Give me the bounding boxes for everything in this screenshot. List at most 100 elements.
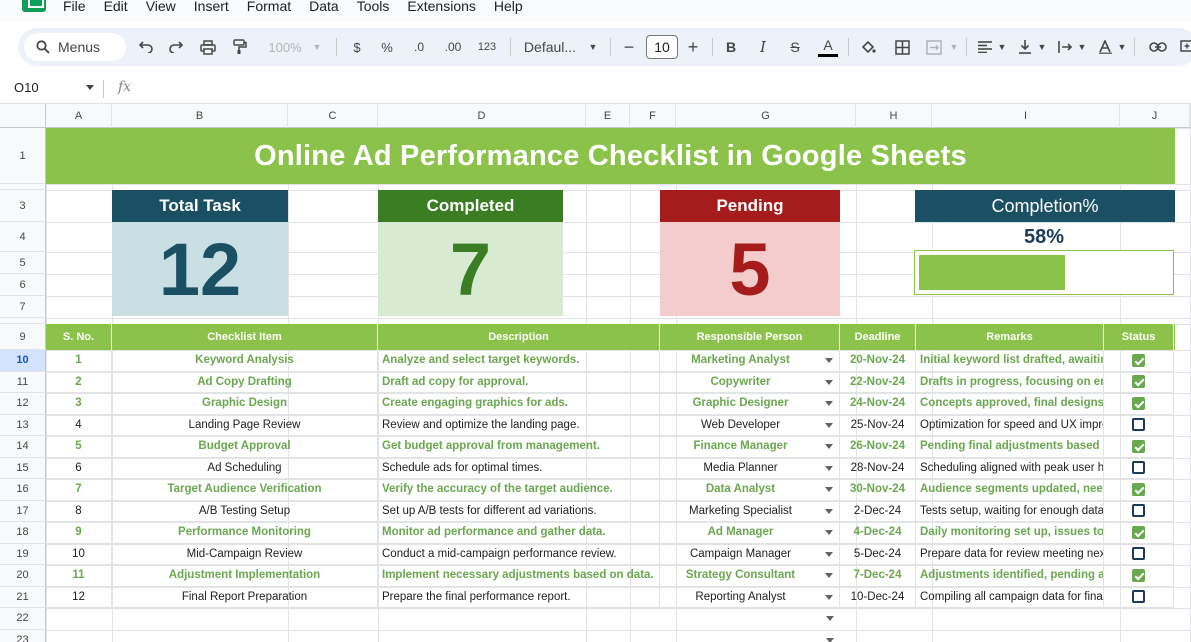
serial-number-cell[interactable]: 10 — [46, 543, 112, 565]
dropdown-chevron-down-icon[interactable] — [825, 594, 833, 600]
checklist-item-cell[interactable]: Ad Scheduling — [112, 457, 378, 479]
remarks-cell[interactable]: Pending final adjustments based on — [916, 436, 1104, 458]
row-header-6[interactable]: 6 — [0, 274, 46, 296]
insert-comment-icon[interactable] — [1176, 28, 1191, 66]
checked-checkbox[interactable] — [1132, 439, 1145, 453]
remarks-cell[interactable]: Audience segments updated, need r — [916, 479, 1104, 501]
row-header-7[interactable]: 7 — [0, 296, 46, 318]
checklist-item-cell[interactable]: Target Audience Verification — [112, 479, 378, 501]
font-chevron-down-icon[interactable]: ▼ — [586, 28, 600, 66]
dropdown-chevron-down-icon[interactable] — [825, 573, 833, 578]
dropdown-chevron-down-icon[interactable] — [825, 530, 833, 535]
remarks-cell[interactable]: Drafts in progress, focusing on emo — [916, 371, 1104, 393]
vertical-align-icon[interactable] — [1014, 28, 1036, 66]
horizontal-align-icon[interactable] — [974, 28, 996, 66]
serial-number-cell[interactable]: 8 — [46, 500, 112, 522]
menu-format[interactable]: Format — [247, 0, 291, 14]
description-cell[interactable]: Draft ad copy for approval. — [378, 371, 660, 393]
unchecked-checkbox[interactable] — [1132, 504, 1145, 518]
italic-button[interactable]: I — [752, 28, 774, 66]
dropdown-chevron-down-icon[interactable] — [825, 358, 833, 363]
deadline-cell[interactable]: 30-Nov-24 — [840, 479, 916, 501]
undo-icon[interactable] — [134, 28, 158, 66]
description-cell[interactable]: Conduct a mid-campaign performance revie… — [378, 543, 660, 565]
dropdown-chevron-down-icon[interactable] — [826, 637, 834, 642]
row-header-19[interactable]: 19 — [0, 543, 46, 565]
deadline-cell[interactable]: 22-Nov-24 — [840, 371, 916, 393]
halign-chevron-down-icon[interactable]: ▼ — [996, 28, 1008, 66]
remarks-cell[interactable]: Prepare data for review meeting next w — [916, 543, 1104, 565]
cell-area[interactable]: Online Ad Performance Checklist in Googl… — [46, 128, 1191, 642]
description-cell[interactable]: Schedule ads for optimal times. — [378, 457, 660, 479]
row-header-20[interactable]: 20 — [0, 565, 46, 587]
row-header-16[interactable]: 16 — [0, 479, 46, 501]
serial-number-cell[interactable]: 12 — [46, 586, 112, 608]
fill-color-icon[interactable] — [856, 28, 880, 66]
remarks-cell[interactable]: Tests setup, waiting for enough data to — [916, 500, 1104, 522]
dropdown-chevron-down-icon[interactable] — [825, 465, 833, 471]
name-box-chevron-down-icon[interactable] — [86, 85, 94, 90]
checklist-item-cell[interactable]: Graphic Design — [112, 393, 378, 415]
menu-extensions[interactable]: Extensions — [407, 0, 475, 14]
column-header-e[interactable]: E — [586, 104, 630, 128]
description-cell[interactable]: Verify the accuracy of the target audien… — [378, 479, 660, 501]
paint-format-icon[interactable] — [228, 28, 252, 66]
merge-chevron-down-icon[interactable]: ▼ — [948, 28, 960, 66]
deadline-cell[interactable]: 20-Nov-24 — [840, 350, 916, 372]
deadline-cell[interactable]: 24-Nov-24 — [840, 393, 916, 415]
column-header-c[interactable]: C — [288, 104, 378, 128]
increase-font-size-icon[interactable]: + — [682, 28, 704, 66]
remarks-cell[interactable]: Concepts approved, final designs by — [916, 393, 1104, 415]
select-all-corner[interactable] — [0, 104, 46, 128]
checklist-item-cell[interactable]: Keyword Analysis — [112, 350, 378, 372]
bold-button[interactable]: B — [720, 28, 742, 66]
row-header-22[interactable]: 22 — [0, 608, 46, 630]
row-header-15[interactable]: 15 — [0, 457, 46, 479]
description-cell[interactable]: Prepare the final performance report. — [378, 586, 660, 608]
dropdown-chevron-down-icon[interactable] — [825, 487, 833, 492]
description-cell[interactable]: Monitor ad performance and gather data. — [378, 522, 660, 544]
redo-icon[interactable] — [164, 28, 188, 66]
valign-chevron-down-icon[interactable]: ▼ — [1036, 28, 1048, 66]
menu-help[interactable]: Help — [494, 0, 523, 14]
responsible-person-cell[interactable]: Marketing Analyst — [660, 350, 840, 372]
row-header-12[interactable]: 12 — [0, 393, 46, 415]
deadline-cell[interactable]: 2-Dec-24 — [840, 500, 916, 522]
checked-checkbox[interactable] — [1132, 375, 1145, 389]
serial-number-cell[interactable]: 5 — [46, 436, 112, 458]
serial-number-cell[interactable]: 7 — [46, 479, 112, 501]
remarks-cell[interactable]: Adjustments identified, pending app — [916, 565, 1104, 587]
text-color-button[interactable]: A — [816, 28, 840, 66]
responsible-person-cell[interactable]: Copywriter — [660, 371, 840, 393]
dropdown-chevron-down-icon[interactable] — [826, 616, 834, 621]
responsible-person-cell[interactable]: Web Developer — [660, 414, 840, 436]
wrap-chevron-down-icon[interactable]: ▼ — [1076, 28, 1088, 66]
row-header-13[interactable]: 13 — [0, 414, 46, 436]
row-header-11[interactable]: 11 — [0, 371, 46, 393]
responsible-person-cell[interactable]: Campaign Manager — [660, 543, 840, 565]
serial-number-cell[interactable]: 6 — [46, 457, 112, 479]
dropdown-chevron-down-icon[interactable] — [825, 401, 833, 406]
menu-data[interactable]: Data — [309, 0, 339, 14]
responsible-person-cell[interactable]: Media Planner — [660, 457, 840, 479]
unchecked-checkbox[interactable] — [1132, 547, 1145, 561]
row-header-10[interactable]: 10 — [0, 350, 46, 372]
checklist-item-cell[interactable]: Ad Copy Drafting — [112, 371, 378, 393]
font-family-select[interactable]: Defaul... — [518, 28, 582, 66]
number-format-button[interactable]: 123 — [472, 28, 502, 66]
serial-number-cell[interactable]: 2 — [46, 371, 112, 393]
responsible-person-cell[interactable]: Ad Manager — [660, 522, 840, 544]
row-header-18[interactable]: 18 — [0, 522, 46, 544]
row-header-21[interactable]: 21 — [0, 586, 46, 608]
zoom-select[interactable]: 100% — [260, 28, 310, 66]
serial-number-cell[interactable]: 11 — [46, 565, 112, 587]
deadline-cell[interactable]: 4-Dec-24 — [840, 522, 916, 544]
serial-number-cell[interactable]: 3 — [46, 393, 112, 415]
percent-button[interactable]: % — [376, 28, 398, 66]
search-menus-button[interactable]: Menus — [24, 33, 126, 61]
unchecked-checkbox[interactable] — [1132, 461, 1145, 475]
dropdown-chevron-down-icon[interactable] — [825, 508, 833, 514]
description-cell[interactable]: Create engaging graphics for ads. — [378, 393, 660, 415]
checked-checkbox[interactable] — [1132, 396, 1145, 410]
checklist-item-cell[interactable]: Performance Monitoring — [112, 522, 378, 544]
